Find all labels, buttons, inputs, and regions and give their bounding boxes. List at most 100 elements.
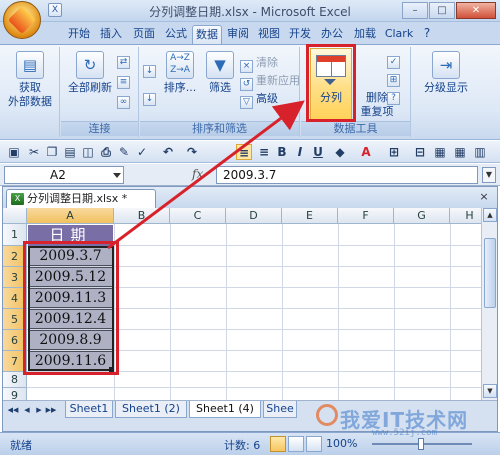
align-right-icon[interactable]: ≡ — [256, 144, 272, 160]
column-header[interactable]: H — [450, 208, 481, 224]
page-break-view-icon[interactable] — [306, 436, 322, 452]
workbook-tab[interactable]: X 分列调整日期.xlsx * — [6, 189, 156, 208]
reapply-button[interactable]: ↺ 重新应用 — [240, 73, 300, 91]
table-icon[interactable]: ▦ — [432, 144, 448, 160]
tab-view[interactable]: 视图 — [254, 25, 284, 44]
cell-a7[interactable]: 2009.11.6 — [28, 351, 113, 371]
scroll-up-icon[interactable]: ▲ — [483, 208, 497, 222]
name-box[interactable]: A2 — [4, 166, 124, 184]
row-header[interactable]: 5 — [3, 309, 27, 330]
column-header[interactable]: F — [338, 208, 394, 224]
what-if-button[interactable]: ? — [387, 87, 403, 105]
cell-a5[interactable]: 2009.12.4 — [28, 309, 113, 329]
column-header[interactable]: D — [226, 208, 282, 224]
sort-desc-button[interactable]: ↓ — [143, 89, 159, 106]
close-button[interactable]: ✕ — [456, 2, 496, 19]
properties-button[interactable]: ≡ — [117, 71, 133, 89]
outline-button[interactable]: ⇥ 分级显示 — [416, 51, 476, 95]
grid-icon[interactable]: ▦ — [452, 144, 468, 160]
formula-input[interactable]: 2009.3.7 — [216, 166, 478, 184]
tab-office-tab[interactable]: 办公标 — [316, 25, 348, 57]
merge-icon[interactable]: ⊟ — [412, 144, 428, 160]
consolidate-button[interactable]: ⊞ — [387, 69, 403, 87]
cell-a2[interactable]: 2009.3.7 — [28, 246, 113, 266]
paste-icon[interactable]: ▤ — [62, 144, 78, 160]
copy-icon[interactable]: ❐ — [44, 144, 60, 160]
tab-insert[interactable]: 插入 — [96, 25, 126, 44]
row-header[interactable]: 7 — [3, 351, 27, 372]
header-cell-date[interactable]: 日期 — [28, 225, 113, 246]
get-external-data-button[interactable]: ▤ 获取 外部数据 — [4, 51, 56, 109]
scroll-down-icon[interactable]: ▼ — [483, 384, 497, 398]
print-icon[interactable]: ⎙ — [98, 144, 114, 160]
tab-add-ins[interactable]: 加载项 — [349, 25, 381, 57]
text-to-columns-button[interactable]: 分列 — [310, 48, 352, 120]
help-icon[interactable]: ? — [420, 25, 434, 44]
underline-icon[interactable]: U — [310, 144, 326, 160]
maximize-button[interactable]: □ — [429, 2, 455, 19]
refresh-all-button[interactable]: ↻ 全部刷新 — [65, 51, 115, 95]
sheet-tab[interactable]: Shee — [263, 401, 297, 418]
column-header[interactable]: C — [170, 208, 226, 224]
spell-icon[interactable]: ✓ — [134, 144, 150, 160]
spreadsheet-grid[interactable]: A B C D E F G H 1 2 3 4 5 6 7 8 9 日期 200… — [3, 208, 481, 400]
cell-a4[interactable]: 2009.11.3 — [28, 288, 113, 308]
advanced-filter-button[interactable]: ▽ 高级 — [240, 91, 278, 109]
row-header[interactable]: 6 — [3, 330, 27, 351]
tab-formulas[interactable]: 公式 — [161, 25, 191, 44]
column-header[interactable]: B — [114, 208, 170, 224]
cell-a6[interactable]: 2009.8.9 — [28, 330, 113, 350]
sheet-tab[interactable]: Sheet1 (2) — [115, 401, 187, 418]
next-sheet-icon[interactable]: ▶ — [33, 404, 45, 416]
page-layout-view-icon[interactable] — [288, 436, 304, 452]
edit-links-button[interactable]: ∞ — [117, 91, 133, 109]
zoom-level[interactable]: 100% — [326, 437, 357, 450]
format-painter-icon[interactable]: ✎ — [116, 144, 132, 160]
undo-icon[interactable]: ↶ — [160, 144, 176, 160]
cut-icon[interactable]: ✂ — [26, 144, 42, 160]
sort-asc-button[interactable]: ↓ — [143, 61, 159, 78]
row-header[interactable]: 3 — [3, 267, 27, 288]
zoom-slider-knob[interactable] — [418, 438, 424, 450]
italic-icon[interactable]: I — [292, 144, 308, 160]
insert-function-button[interactable]: fx — [148, 166, 214, 184]
select-all-corner[interactable] — [3, 208, 27, 224]
scroll-thumb[interactable] — [484, 238, 496, 308]
borders-icon[interactable]: ⊞ — [386, 144, 402, 160]
column-header[interactable]: A — [27, 208, 114, 224]
row-header[interactable]: 9 — [3, 388, 27, 400]
row-header[interactable]: 8 — [3, 372, 27, 388]
settings-icon[interactable]: ▥ — [472, 144, 488, 160]
column-header[interactable]: E — [282, 208, 338, 224]
sort-button[interactable]: A→Z Z→A 排序... — [160, 51, 200, 95]
sheet-tab-active[interactable]: Sheet1 (4) — [189, 401, 261, 418]
sheet-tab[interactable]: Sheet1 — [65, 401, 113, 418]
tab-data[interactable]: 数据 — [192, 25, 222, 44]
cell-a3[interactable]: 2009.5.12 — [28, 267, 113, 287]
bold-icon[interactable]: B — [274, 144, 290, 160]
prev-sheet-icon[interactable]: ◀ — [21, 404, 33, 416]
preview-icon[interactable]: ◫ — [80, 144, 96, 160]
expand-formula-icon[interactable]: ▼ — [482, 167, 496, 183]
minimize-button[interactable]: – — [402, 2, 428, 19]
normal-view-icon[interactable] — [270, 436, 286, 452]
tab-home[interactable]: 开始 — [64, 25, 94, 44]
data-validation-button[interactable]: ✓ — [387, 51, 403, 69]
row-header[interactable]: 1 — [3, 224, 27, 246]
align-center-icon[interactable]: ≡ — [236, 144, 252, 160]
fill-handle[interactable] — [109, 367, 114, 372]
redo-icon[interactable]: ↷ — [184, 144, 200, 160]
tab-page-layout[interactable]: 页面布 — [128, 25, 160, 57]
office-button[interactable] — [3, 1, 41, 39]
clear-filter-button[interactable]: × 清除 — [240, 55, 278, 73]
tab-clark[interactable]: Clark — [383, 25, 415, 44]
column-header[interactable]: G — [394, 208, 450, 224]
tab-developer[interactable]: 开发工 — [285, 25, 315, 57]
row-header[interactable]: 2 — [3, 246, 27, 267]
filter-button[interactable]: ▼ 筛选 — [202, 51, 238, 95]
format-icon[interactable]: ▣ — [6, 144, 22, 160]
connections-button[interactable]: ⇄ — [117, 51, 133, 69]
font-color-icon[interactable]: A — [358, 144, 374, 160]
close-workbook-icon[interactable]: × — [477, 190, 491, 204]
row-header[interactable]: 4 — [3, 288, 27, 309]
